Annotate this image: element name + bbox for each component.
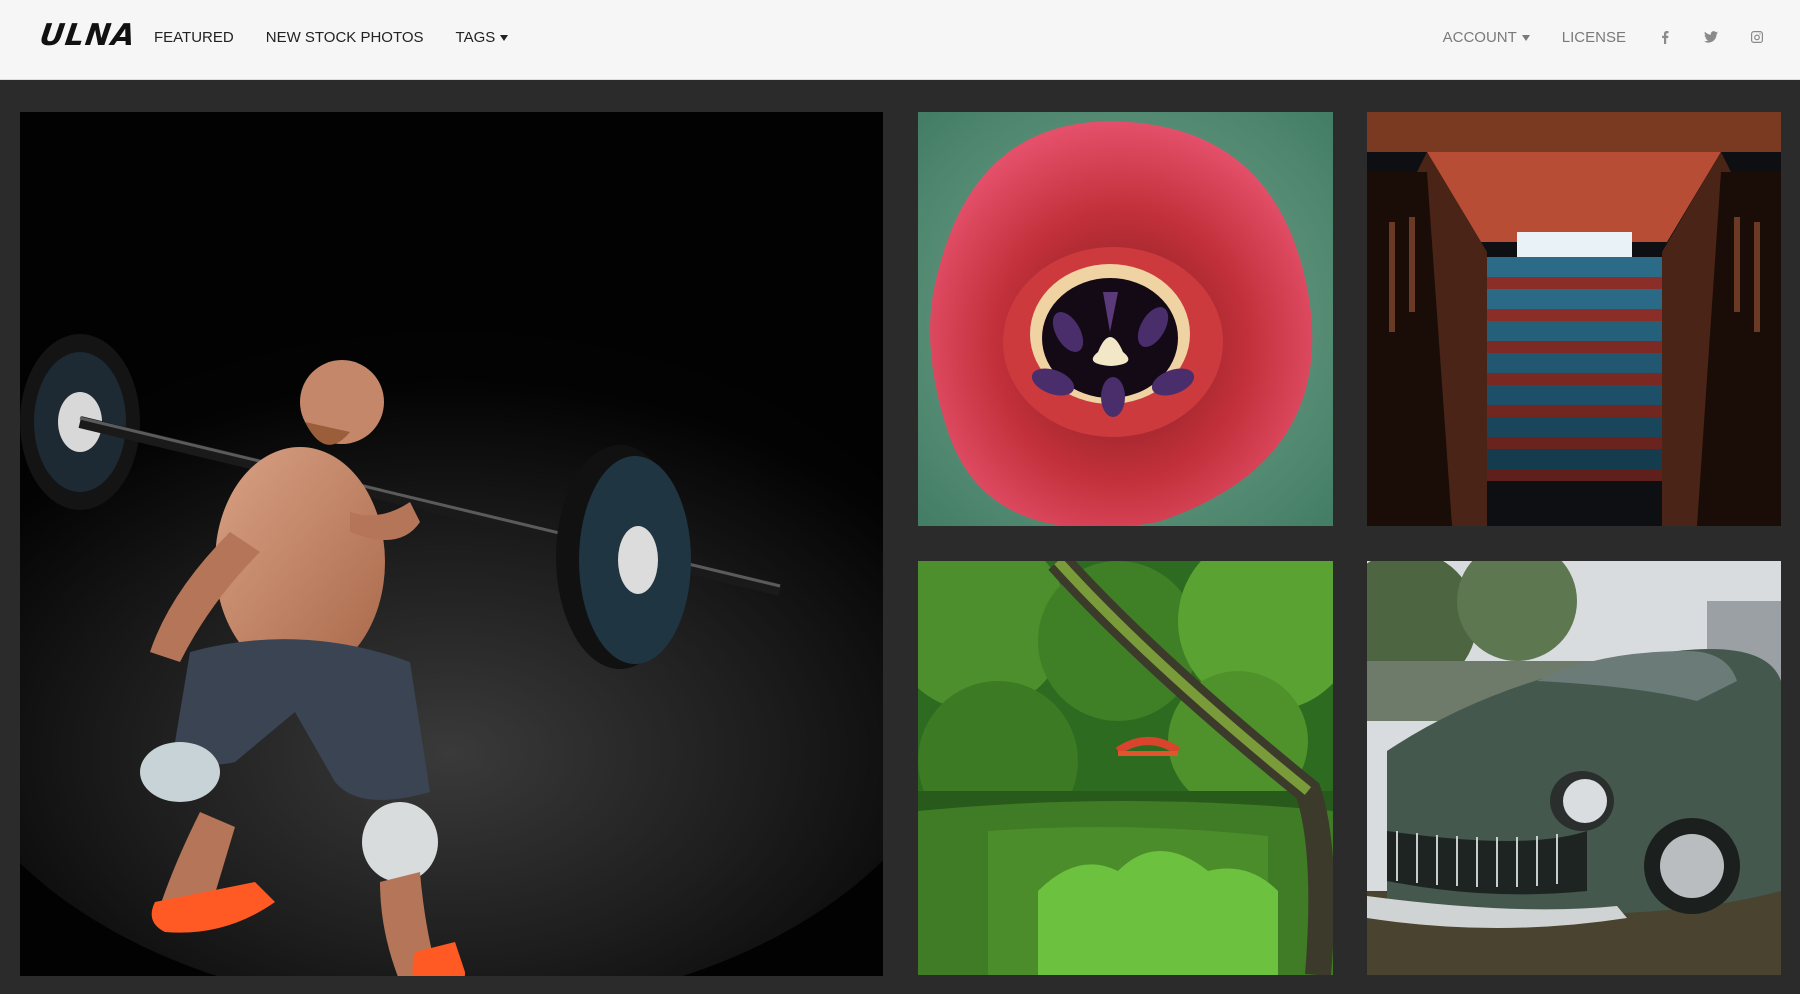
facebook-icon[interactable] <box>1658 30 1672 44</box>
garden-photo[interactable] <box>918 561 1333 975</box>
nav-featured-label: FEATURED <box>154 28 234 46</box>
nav-new-stock-photos-label: NEW STOCK PHOTOS <box>265 28 424 46</box>
nav-featured[interactable]: FEATURED <box>154 29 234 46</box>
caret-down-icon <box>500 34 509 41</box>
instagram-icon[interactable] <box>1750 30 1764 44</box>
staircase-photo[interactable] <box>1367 112 1781 526</box>
weightlifter-photo[interactable] <box>20 112 883 976</box>
nav-account-dropdown[interactable]: ACCOUNT <box>1443 29 1530 46</box>
nav-tags-dropdown[interactable]: TAGS <box>456 29 509 46</box>
sports-car-photo[interactable] <box>1367 561 1781 975</box>
nav-new-stock-photos[interactable]: NEW STOCK PHOTOS <box>266 29 424 46</box>
twitter-icon[interactable] <box>1704 30 1718 44</box>
nav-tags-label: TAGS <box>455 28 496 46</box>
nav-license-label: LICENSE <box>1561 28 1626 46</box>
site-logo[interactable]: ULNA <box>38 18 139 53</box>
top-navbar: ULNA FEATURED NEW STOCK PHOTOS TAGS ACCO… <box>0 0 1800 80</box>
tulip-photo[interactable] <box>918 112 1333 526</box>
secondary-nav: ACCOUNT LICENSE <box>1443 0 1764 74</box>
nav-account-label: ACCOUNT <box>1442 28 1517 46</box>
primary-nav: FEATURED NEW STOCK PHOTOS TAGS <box>154 0 509 74</box>
caret-down-icon <box>1521 34 1530 41</box>
nav-license[interactable]: LICENSE <box>1562 29 1626 46</box>
